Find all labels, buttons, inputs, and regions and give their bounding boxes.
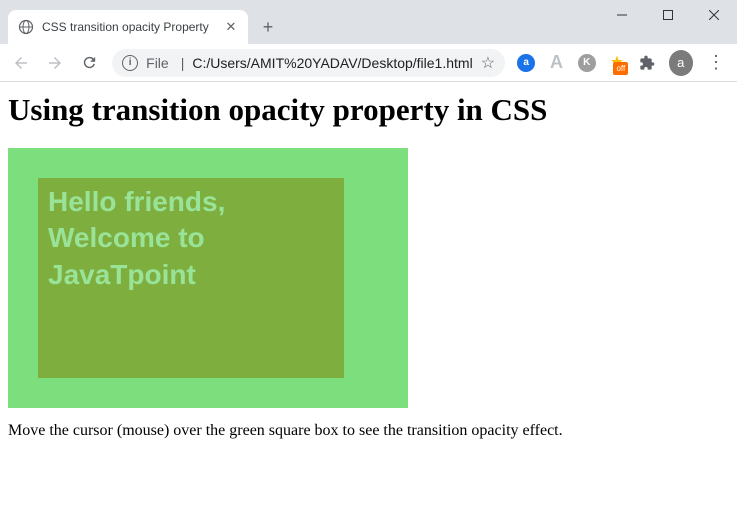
info-icon[interactable]: i [122,55,138,71]
text-line-1: Hello friends, [48,184,334,220]
text-line-3: JavaTpoint [48,257,334,293]
url-separator: | [181,55,185,71]
forward-button[interactable] [40,47,70,79]
outer-green-box[interactable]: Hello friends, Welcome to JavaTpoint [8,148,408,408]
maximize-button[interactable] [645,0,691,30]
back-button[interactable] [6,47,36,79]
tab-strip: CSS transition opacity Property ✕ + [0,0,282,44]
browser-toolbar: i File | C:/Users/AMIT%20YADAV/Desktop/f… [0,44,737,82]
window-controls [599,0,737,30]
text-line-2: Welcome to [48,220,334,256]
url-text: C:/Users/AMIT%20YADAV/Desktop/file1.html [192,55,472,71]
bookmark-star-icon[interactable]: ☆ [481,53,495,73]
inner-olive-box: Hello friends, Welcome to JavaTpoint [38,178,344,378]
minimize-button[interactable] [599,0,645,30]
close-tab-icon[interactable]: ✕ [224,20,238,34]
extension-b-icon[interactable]: A [543,49,569,77]
extension-a-icon[interactable]: a [513,49,539,77]
extension-c-icon[interactable]: K [574,49,600,77]
instruction-text: Move the cursor (mouse) over the green s… [8,422,729,440]
globe-icon [18,19,34,35]
url-scheme: File [146,55,169,71]
new-tab-button[interactable]: + [254,13,282,41]
page-heading: Using transition opacity property in CSS [8,92,729,128]
tab-title: CSS transition opacity Property [42,20,216,34]
reload-button[interactable] [74,47,104,79]
browser-menu-icon[interactable]: ⋮ [701,47,731,79]
avatar-letter: a [677,55,684,70]
extension-d-icon[interactable]: off [604,49,630,77]
extension-off-badge: off [613,62,628,75]
close-window-button[interactable] [691,0,737,30]
profile-avatar[interactable]: a [669,50,693,76]
extensions-menu-icon[interactable] [634,49,660,77]
window-titlebar: CSS transition opacity Property ✕ + [0,0,737,44]
page-content: Using transition opacity property in CSS… [0,82,737,450]
address-bar[interactable]: i File | C:/Users/AMIT%20YADAV/Desktop/f… [112,49,505,77]
browser-tab[interactable]: CSS transition opacity Property ✕ [8,10,248,44]
